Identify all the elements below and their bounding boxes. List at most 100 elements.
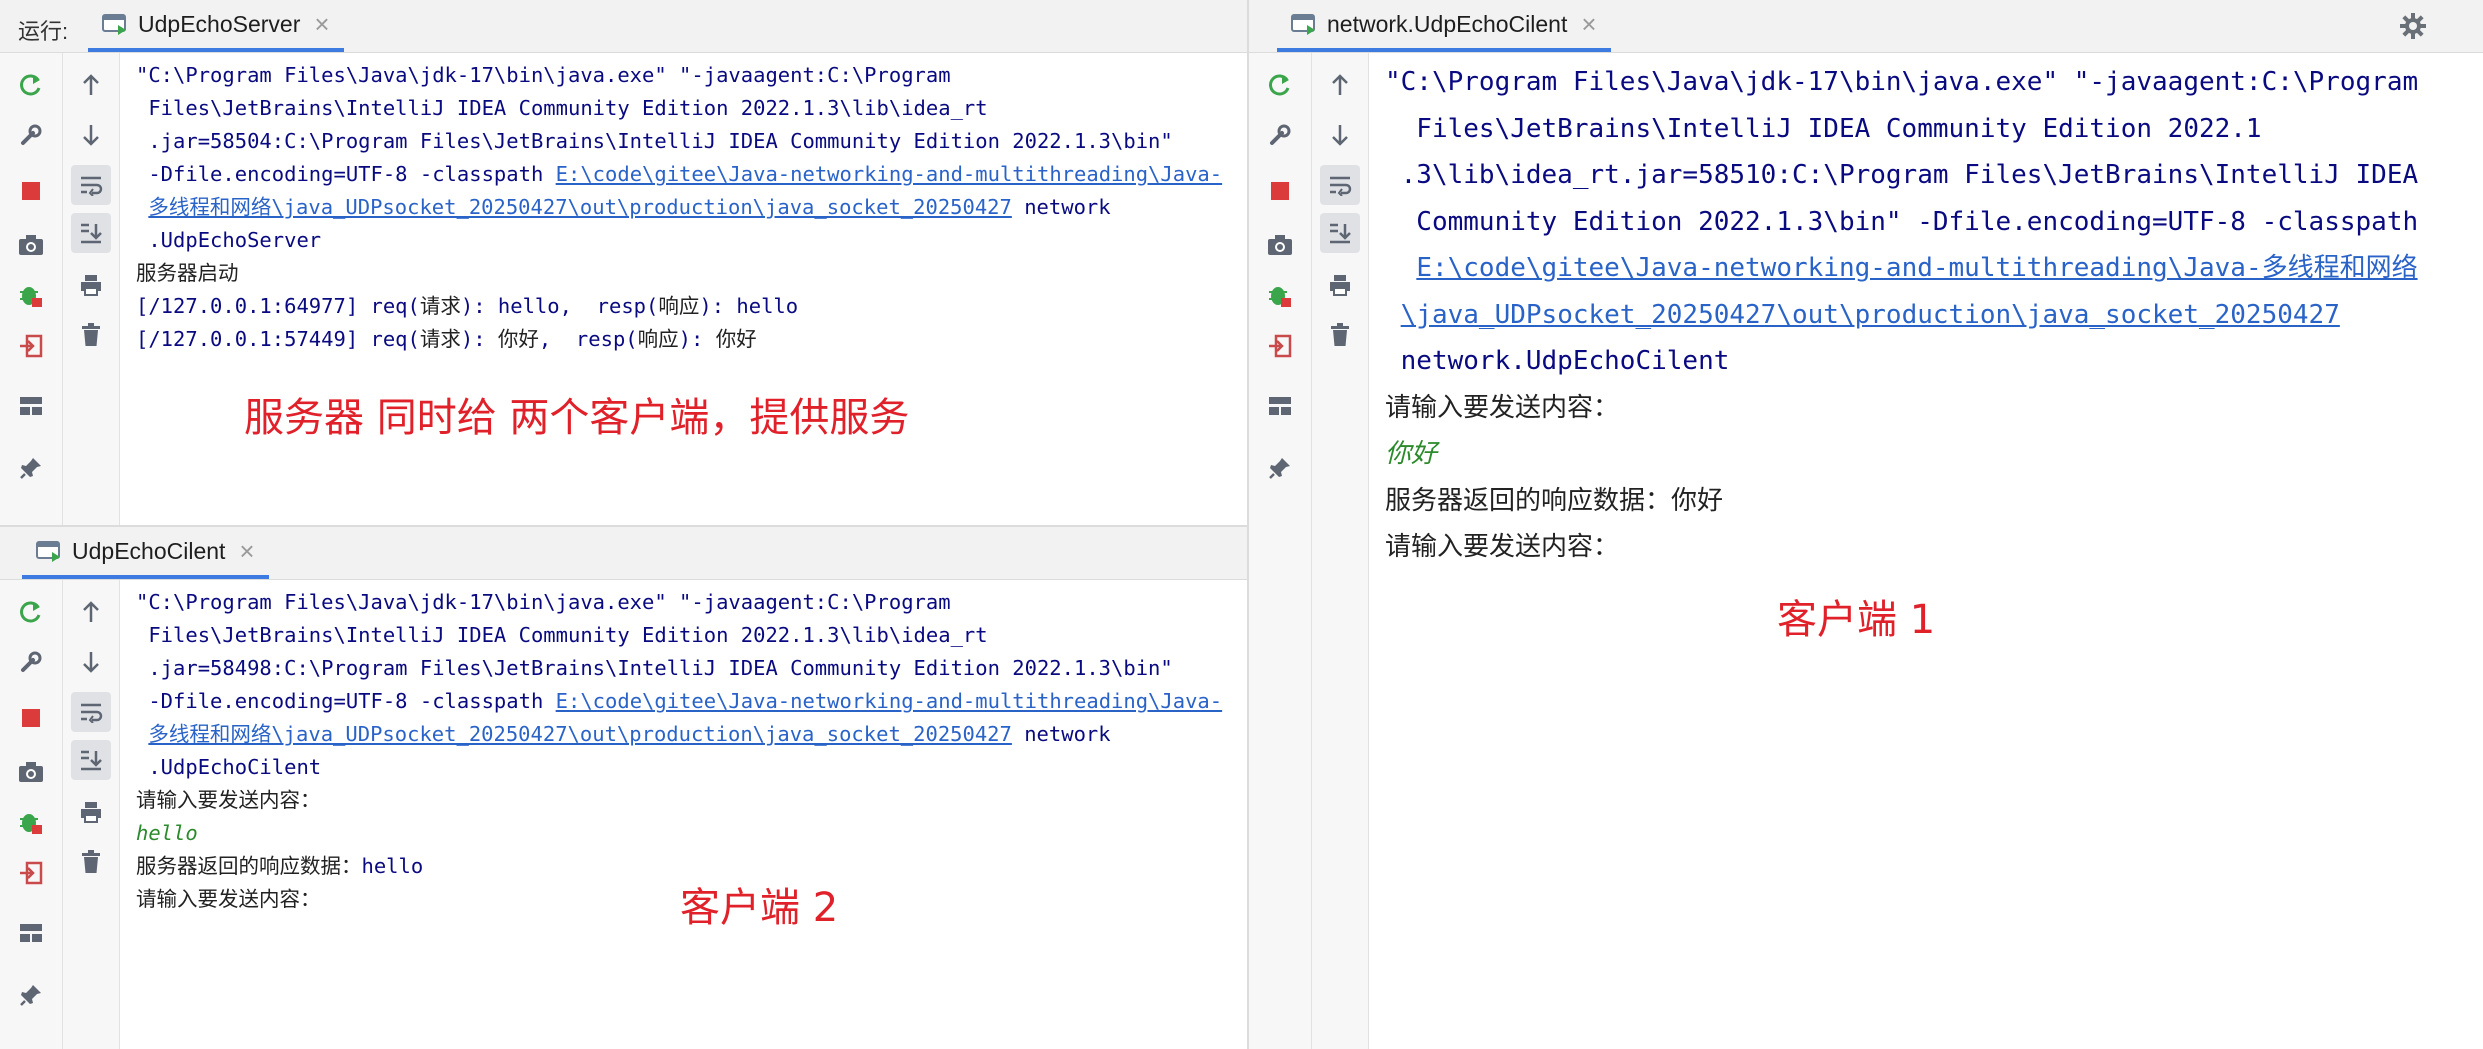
- layout-icon[interactable]: [11, 386, 51, 426]
- console-line: [/127.0.0.1:64977] req(请求): hello, resp(…: [136, 290, 1237, 323]
- console-output[interactable]: "C:\Program Files\Java\jdk-17\bin\java.e…: [1370, 53, 2473, 1049]
- user-input-echo: hello: [136, 821, 198, 845]
- console-line: \java_UDPsocket_20250427\out\production\…: [1385, 292, 2473, 339]
- login-icon[interactable]: [1260, 326, 1300, 366]
- debug-icon[interactable]: [11, 802, 51, 842]
- scroll-to-end-icon[interactable]: [1320, 213, 1360, 253]
- trash-icon[interactable]: [71, 315, 111, 355]
- trash-icon[interactable]: [1320, 315, 1360, 355]
- console-text: Community Edition 2022.1.3\bin" -Dfile.e…: [1385, 206, 2419, 237]
- wrench-icon[interactable]: [1260, 115, 1300, 155]
- arrow-up-icon[interactable]: [1320, 65, 1360, 105]
- camera-icon[interactable]: [11, 752, 51, 792]
- print-icon[interactable]: [1320, 265, 1360, 305]
- arrow-down-icon[interactable]: [1320, 115, 1360, 155]
- console-line: network.UdpEchoCilent: [1385, 338, 2473, 385]
- console-output[interactable]: "C:\Program Files\Java\jdk-17\bin\java.e…: [121, 53, 1237, 525]
- console-text: 请输入要发送内容：: [136, 887, 321, 911]
- client1-run-panel: network.UdpEchoCilent × "C:\Program File…: [1249, 0, 2483, 1049]
- rerun-icon[interactable]: [1260, 65, 1300, 105]
- console-text: .jar=58498:C:\Program Files\JetBrains\In…: [136, 656, 1173, 680]
- debug-icon[interactable]: [1260, 275, 1300, 315]
- console-line: 请输入要发送内容：: [1385, 524, 2473, 571]
- classpath-link[interactable]: \java_UDPsocket_20250427\out\production\…: [1401, 300, 2340, 330]
- console-text: Files\JetBrains\IntelliJ IDEA Community …: [136, 96, 988, 120]
- console-line: Files\JetBrains\IntelliJ IDEA Community …: [136, 92, 1237, 125]
- arrow-up-icon[interactable]: [71, 592, 111, 632]
- console-line: 服务器返回的响应数据：你好: [1385, 478, 2473, 525]
- console-line: "C:\Program Files\Java\jdk-17\bin\java.e…: [136, 59, 1237, 92]
- tab-udpechoserver[interactable]: UdpEchoServer ×: [88, 0, 344, 52]
- server-run-panel: 运行: UdpEchoServer × "C:\Program Files\Ja…: [0, 0, 1247, 527]
- console-text: "C:\Program Files\Java\jdk-17\bin\java.e…: [1385, 67, 2419, 97]
- pin-icon[interactable]: [11, 975, 51, 1015]
- console-toolbar: [63, 580, 120, 1049]
- pin-icon[interactable]: [1260, 448, 1300, 488]
- user-input-echo: 你好: [1385, 439, 1438, 469]
- camera-icon[interactable]: [1260, 225, 1300, 265]
- console-text: .3\lib\idea_rt.jar=58510:C:\Program File…: [1385, 160, 2419, 190]
- console-text: 服务器返回的响应数据：: [136, 854, 362, 878]
- layout-icon[interactable]: [1260, 386, 1300, 426]
- tab-udpechocilent[interactable]: UdpEchoCilent ×: [22, 527, 269, 579]
- client2-run-panel: UdpEchoCilent × "C:\Program Files\Java\j…: [0, 527, 1247, 1049]
- soft-wrap-icon[interactable]: [71, 165, 111, 205]
- stop-icon[interactable]: [1260, 171, 1300, 211]
- arrow-down-icon[interactable]: [71, 115, 111, 155]
- console-text: -Dfile.encoding=UTF-8 -classpath: [136, 162, 556, 186]
- debug-icon[interactable]: [11, 275, 51, 315]
- console-line: .jar=58504:C:\Program Files\JetBrains\In…: [136, 125, 1237, 158]
- console-line: hello: [136, 817, 1237, 850]
- console-line: -Dfile.encoding=UTF-8 -classpath E:\code…: [136, 685, 1237, 718]
- stop-icon[interactable]: [11, 171, 51, 211]
- server-tabbar: 运行: UdpEchoServer ×: [0, 0, 1247, 53]
- trash-icon[interactable]: [71, 842, 111, 882]
- print-icon[interactable]: [71, 265, 111, 305]
- console-text: Files\JetBrains\IntelliJ IDEA Community …: [1385, 113, 2262, 144]
- camera-icon[interactable]: [11, 225, 51, 265]
- scroll-to-end-icon[interactable]: [71, 740, 111, 780]
- console-text: network: [1011, 722, 1111, 746]
- login-icon[interactable]: [11, 326, 51, 366]
- stop-icon[interactable]: [11, 698, 51, 738]
- arrow-up-icon[interactable]: [71, 65, 111, 105]
- console-output[interactable]: "C:\Program Files\Java\jdk-17\bin\java.e…: [121, 580, 1237, 1049]
- arrow-down-icon[interactable]: [71, 642, 111, 682]
- wrench-icon[interactable]: [11, 642, 51, 682]
- client2-tabbar: UdpEchoCilent ×: [0, 527, 1247, 580]
- console-text: network.UdpEchoCilent: [1385, 346, 1730, 376]
- classpath-link[interactable]: E:\code\gitee\Java-networking-and-multit…: [556, 162, 1222, 186]
- console-text: 你好: [715, 327, 757, 351]
- close-icon[interactable]: ×: [239, 538, 254, 564]
- rerun-icon[interactable]: [11, 65, 51, 105]
- close-icon[interactable]: ×: [1581, 11, 1596, 37]
- tab-label: UdpEchoServer: [138, 10, 301, 37]
- tab-label: UdpEchoCilent: [72, 537, 226, 564]
- classpath-link[interactable]: 多线程和网络\java_UDPsocket_20250427\out\produ…: [148, 195, 1012, 219]
- pin-icon[interactable]: [11, 448, 51, 488]
- layout-icon[interactable]: [11, 913, 51, 953]
- soft-wrap-icon[interactable]: [1320, 165, 1360, 205]
- rerun-icon[interactable]: [11, 592, 51, 632]
- console-text: "C:\Program Files\Java\jdk-17\bin\java.e…: [136, 63, 951, 87]
- run-toolbar: [0, 580, 63, 1049]
- console-text: [/127.0.0.1:64977] req(: [136, 294, 420, 318]
- print-icon[interactable]: [71, 792, 111, 832]
- annotation-client2: 客户端 2: [680, 885, 839, 931]
- console-text: network: [1011, 195, 1111, 219]
- console-line: 请输入要发送内容：: [136, 784, 1237, 817]
- run-label: 运行:: [18, 19, 69, 44]
- soft-wrap-icon[interactable]: [71, 692, 111, 732]
- classpath-link[interactable]: E:\code\gitee\Java-networking-and-multit…: [1416, 253, 2417, 283]
- login-icon[interactable]: [11, 853, 51, 893]
- classpath-link[interactable]: 多线程和网络\java_UDPsocket_20250427\out\produ…: [148, 722, 1012, 746]
- scroll-to-end-icon[interactable]: [71, 213, 111, 253]
- console-line: -Dfile.encoding=UTF-8 -classpath E:\code…: [136, 158, 1237, 191]
- classpath-link[interactable]: E:\code\gitee\Java-networking-and-multit…: [556, 689, 1222, 713]
- console-line: .UdpEchoCilent: [136, 751, 1237, 784]
- wrench-icon[interactable]: [11, 115, 51, 155]
- gear-icon[interactable]: [2399, 12, 2427, 40]
- console-text: 响应: [637, 327, 679, 351]
- close-icon[interactable]: ×: [314, 11, 329, 37]
- tab-network-udpechocilent[interactable]: network.UdpEchoCilent ×: [1277, 0, 1611, 52]
